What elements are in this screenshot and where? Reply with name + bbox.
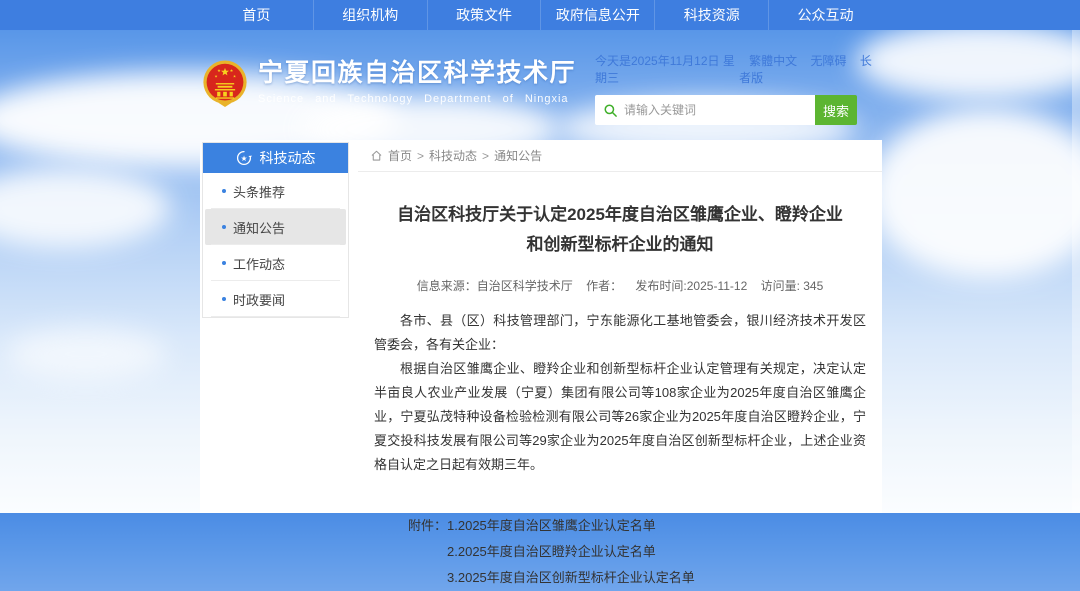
- cloud-decoration: [868, 108, 1080, 278]
- breadcrumb-tech-news[interactable]: 科技动态: [429, 147, 477, 164]
- sidebar-item-work-news[interactable]: 工作动态: [205, 245, 346, 281]
- attachment-link-3[interactable]: 3.2025年度自治区创新型标杆企业认定名单: [447, 565, 695, 591]
- site-title: 宁夏回族自治区科学技术厅: [258, 58, 576, 88]
- site-subtitle: Science and Technology Department of Nin…: [258, 93, 576, 105]
- svg-text:★: ★: [240, 154, 247, 163]
- national-emblem-icon: ★ ★ ★ ★: [202, 58, 248, 110]
- content-area: 首页 > 科技动态 > 通知公告 自治区科技厅关于认定2025年度自治区雏鹰企业…: [358, 140, 882, 513]
- attachment-link-2[interactable]: 2.2025年度自治区瞪羚企业认定名单: [447, 539, 695, 565]
- nav-item-gov-info-disclosure[interactable]: 政府信息公开: [540, 0, 654, 30]
- search-icon: [603, 103, 618, 118]
- meta-publish-time: 发布时间:2025-11-12: [635, 279, 747, 293]
- main-panel: ★ 科技动态 头条推荐 通知公告 工作动态 时政要闻 首页 > 科技动态 > 通…: [200, 140, 882, 513]
- article-title-line1: 自治区科技厅关于认定2025年度自治区雏鹰企业、瞪羚企业: [374, 200, 866, 230]
- site-logo-link[interactable]: ★ ★ ★ ★ 宁夏回族自治区科学技术厅 Science and Technol…: [202, 58, 576, 110]
- breadcrumb-notices[interactable]: 通知公告: [494, 147, 542, 164]
- sidebar-title: 科技动态: [260, 148, 316, 168]
- svg-text:★: ★: [217, 68, 221, 73]
- sidebar-item-notices[interactable]: 通知公告: [205, 209, 346, 245]
- article: 自治区科技厅关于认定2025年度自治区雏鹰企业、瞪羚企业 和创新型标杆企业的通知…: [358, 200, 882, 591]
- cloud-decoration: [0, 168, 170, 248]
- home-icon: [370, 149, 383, 162]
- breadcrumb-separator: >: [482, 149, 489, 163]
- sidebar-header: ★ 科技动态: [203, 143, 348, 173]
- current-date-text: 今天是2025年11月12日 星期三: [595, 52, 739, 86]
- attachment-link-1[interactable]: 1.2025年度自治区雏鹰企业认定名单: [447, 513, 695, 539]
- traditional-chinese-link[interactable]: 繁體中文: [749, 54, 797, 68]
- cloud-decoration: [856, 22, 1080, 100]
- article-title-line2: 和创新型标杆企业的通知: [374, 230, 866, 260]
- breadcrumb-home[interactable]: 首页: [388, 147, 412, 164]
- nav-item-organization[interactable]: 组织机构: [313, 0, 427, 30]
- meta-views: 访问量: 345: [761, 279, 824, 293]
- attachments: 附件： 1.2025年度自治区雏鹰企业认定名单 2.2025年度自治区瞪羚企业认…: [408, 513, 866, 591]
- nav-item-tech-resources[interactable]: 科技资源: [654, 0, 768, 30]
- article-paragraph: 各市、县（区）科技管理部门，宁东能源化工基地管委会，银川经济技术开发区管委会，各…: [374, 309, 866, 357]
- accessibility-link[interactable]: 无障碍: [810, 54, 846, 68]
- top-navigation: 首页 组织机构 政策文件 政府信息公开 科技资源 公众互动: [0, 0, 1080, 30]
- sidebar-item-headlines[interactable]: 头条推荐: [205, 173, 346, 209]
- meta-source: 信息来源：自治区科学技术厅: [417, 279, 573, 293]
- cloud-decoration: [6, 328, 166, 380]
- attachments-label: 附件：: [408, 513, 447, 591]
- scrollbar[interactable]: [1072, 30, 1080, 513]
- tech-news-star-icon: ★: [236, 150, 252, 166]
- search-button[interactable]: 搜索: [815, 95, 857, 125]
- breadcrumb-separator: >: [417, 149, 424, 163]
- article-meta: 信息来源：自治区科学技术厅 作者： 发布时间:2025-11-12 访问量: 3…: [374, 277, 866, 294]
- search-input[interactable]: [624, 103, 815, 117]
- sidebar-item-current-politics[interactable]: 时政要闻: [205, 281, 346, 317]
- svg-text:★: ★: [230, 68, 234, 73]
- meta-author: 作者：: [586, 279, 622, 293]
- nav-item-public-interaction[interactable]: 公众互动: [768, 0, 882, 30]
- nav-item-home[interactable]: 首页: [200, 0, 313, 30]
- article-paragraph: 根据自治区雏鹰企业、瞪羚企业和创新型标杆企业认定管理有关规定，决定认定半亩良人农…: [374, 357, 866, 477]
- search-box: [595, 95, 815, 125]
- sidebar: ★ 科技动态 头条推荐 通知公告 工作动态 时政要闻: [202, 142, 349, 318]
- article-body: 各市、县（区）科技管理部门，宁东能源化工基地管委会，银川经济技术开发区管委会，各…: [374, 309, 866, 477]
- nav-item-policy-documents[interactable]: 政策文件: [427, 0, 541, 30]
- article-title: 自治区科技厅关于认定2025年度自治区雏鹰企业、瞪羚企业 和创新型标杆企业的通知: [374, 200, 866, 260]
- breadcrumb: 首页 > 科技动态 > 通知公告: [358, 140, 882, 172]
